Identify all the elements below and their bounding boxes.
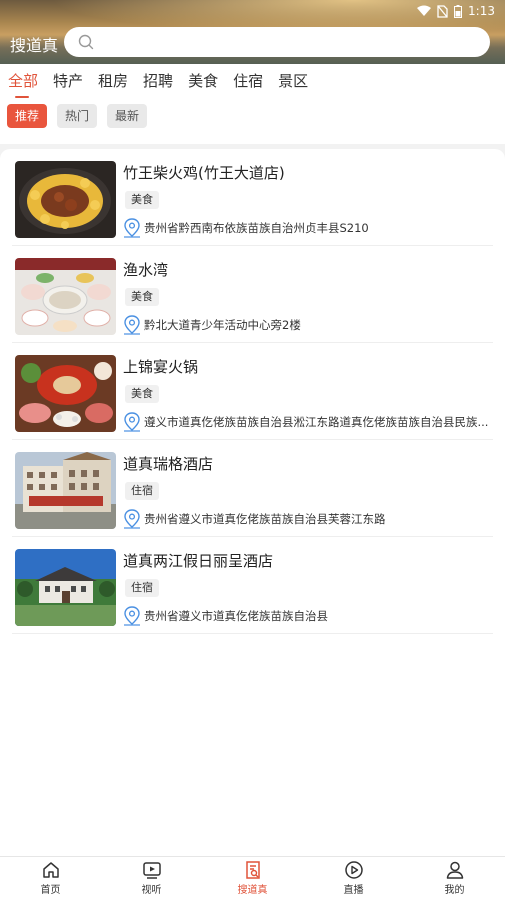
header-banner: 1:13 搜道真 (0, 0, 505, 64)
category-tag: 美食 (125, 385, 159, 403)
tab-jobs[interactable]: 招聘 (143, 68, 173, 94)
location-pin-icon (124, 606, 140, 626)
no-sim-icon (437, 4, 448, 18)
home-icon (42, 862, 59, 878)
nav-home-label: 首页 (40, 885, 61, 896)
bottom-nav: 首页 视听 搜道真 直播 我的 (0, 856, 505, 899)
sort-popular[interactable]: 热门 (57, 104, 98, 128)
nav-home[interactable]: 首页 (0, 857, 101, 899)
listing-address: 贵州省黔西南布依族苗族自治州贞丰县S210 (123, 218, 493, 238)
listing-photo (15, 258, 116, 335)
sort-chips: 推荐 热门 最新 (7, 104, 148, 128)
address-text: 贵州省黔西南布依族苗族自治州贞丰县S210 (144, 221, 369, 235)
app-brand: 搜道真 (10, 36, 59, 55)
tab-food[interactable]: 美食 (188, 68, 218, 94)
nav-search-label: 搜道真 (237, 885, 268, 896)
address-text: 贵州省遵义市道真仡佬族苗族自治县 (144, 609, 328, 623)
category-tag: 美食 (125, 191, 159, 209)
nav-profile[interactable]: 我的 (404, 857, 505, 899)
location-pin-icon (124, 412, 140, 432)
listing-address: 贵州省遵义市道真仡佬族苗族自治县 (123, 606, 493, 626)
nav-live-label: 直播 (343, 885, 364, 896)
sort-recommended[interactable]: 推荐 (7, 104, 48, 128)
sort-latest[interactable]: 最新 (107, 104, 148, 128)
address-text: 黔北大道青少年活动中心旁2楼 (144, 318, 301, 332)
listing-list: 竹王柴火鸡(竹王大道店) 美食 贵州省黔西南布依族苗族自治州贞丰县S210 渔水… (0, 149, 505, 856)
nav-search[interactable]: 搜道真 (202, 857, 303, 899)
listing-photo (15, 452, 116, 529)
category-tabs: 全部 特产 租房 招聘 美食 住宿 景区 (8, 68, 308, 98)
listing-address: 黔北大道青少年活动中心旁2楼 (123, 315, 493, 335)
listing-title: 上锦宴火锅 (123, 358, 199, 376)
status-bar: 1:13 (417, 2, 495, 20)
listing-title: 竹王柴火鸡(竹王大道店) (123, 164, 285, 182)
address-text: 遵义市道真仡佬族苗族自治县淞江东路道真仡佬族苗族自治县民族... (144, 415, 489, 429)
search-bar[interactable] (64, 27, 490, 57)
video-icon (142, 862, 161, 879)
filter-panel: 全部 特产 租房 招聘 美食 住宿 景区 推荐 热门 最新 (0, 64, 505, 144)
category-tag: 住宿 (125, 579, 159, 597)
list-item[interactable]: 道真两江假日丽呈酒店 住宿 贵州省遵义市道真仡佬族苗族自治县 (12, 537, 493, 634)
list-item[interactable]: 道真瑞格酒店 住宿 贵州省遵义市道真仡佬族苗族自治县芙蓉江东路 (12, 440, 493, 537)
tab-scenic[interactable]: 景区 (278, 68, 308, 94)
listing-title: 道真两江假日丽呈酒店 (123, 552, 274, 570)
nav-profile-label: 我的 (444, 885, 465, 896)
tab-lodging[interactable]: 住宿 (233, 68, 263, 94)
listing-photo (15, 161, 116, 238)
wifi-icon (417, 5, 432, 16)
listing-photo (15, 355, 116, 432)
status-time: 1:13 (468, 4, 495, 18)
search-input[interactable] (102, 34, 482, 50)
location-pin-icon (124, 218, 140, 238)
play-circle-icon (344, 861, 363, 879)
search-icon (78, 34, 94, 50)
battery-icon (454, 4, 463, 18)
listing-photo (15, 549, 116, 626)
location-pin-icon (124, 509, 140, 529)
user-icon (446, 861, 463, 879)
category-tag: 美食 (125, 288, 159, 306)
nav-live[interactable]: 直播 (303, 857, 404, 899)
listing-address: 遵义市道真仡佬族苗族自治县淞江东路道真仡佬族苗族自治县民族... (123, 412, 493, 432)
list-item[interactable]: 渔水湾 美食 黔北大道青少年活动中心旁2楼 (12, 246, 493, 343)
tab-all[interactable]: 全部 (8, 68, 38, 98)
listing-title: 道真瑞格酒店 (123, 455, 214, 473)
category-tag: 住宿 (125, 482, 159, 500)
nav-video[interactable]: 视听 (101, 857, 202, 899)
listing-address: 贵州省遵义市道真仡佬族苗族自治县芙蓉江东路 (123, 509, 493, 529)
nav-video-label: 视听 (141, 885, 162, 896)
search-doc-icon (245, 861, 260, 879)
tab-specialty[interactable]: 特产 (53, 68, 83, 94)
list-item[interactable]: 竹王柴火鸡(竹王大道店) 美食 贵州省黔西南布依族苗族自治州贞丰县S210 (12, 149, 493, 246)
location-pin-icon (124, 315, 140, 335)
listing-title: 渔水湾 (123, 261, 169, 279)
tab-rental[interactable]: 租房 (98, 68, 128, 94)
address-text: 贵州省遵义市道真仡佬族苗族自治县芙蓉江东路 (144, 512, 386, 526)
list-item[interactable]: 上锦宴火锅 美食 遵义市道真仡佬族苗族自治县淞江东路道真仡佬族苗族自治县民族..… (12, 343, 493, 440)
